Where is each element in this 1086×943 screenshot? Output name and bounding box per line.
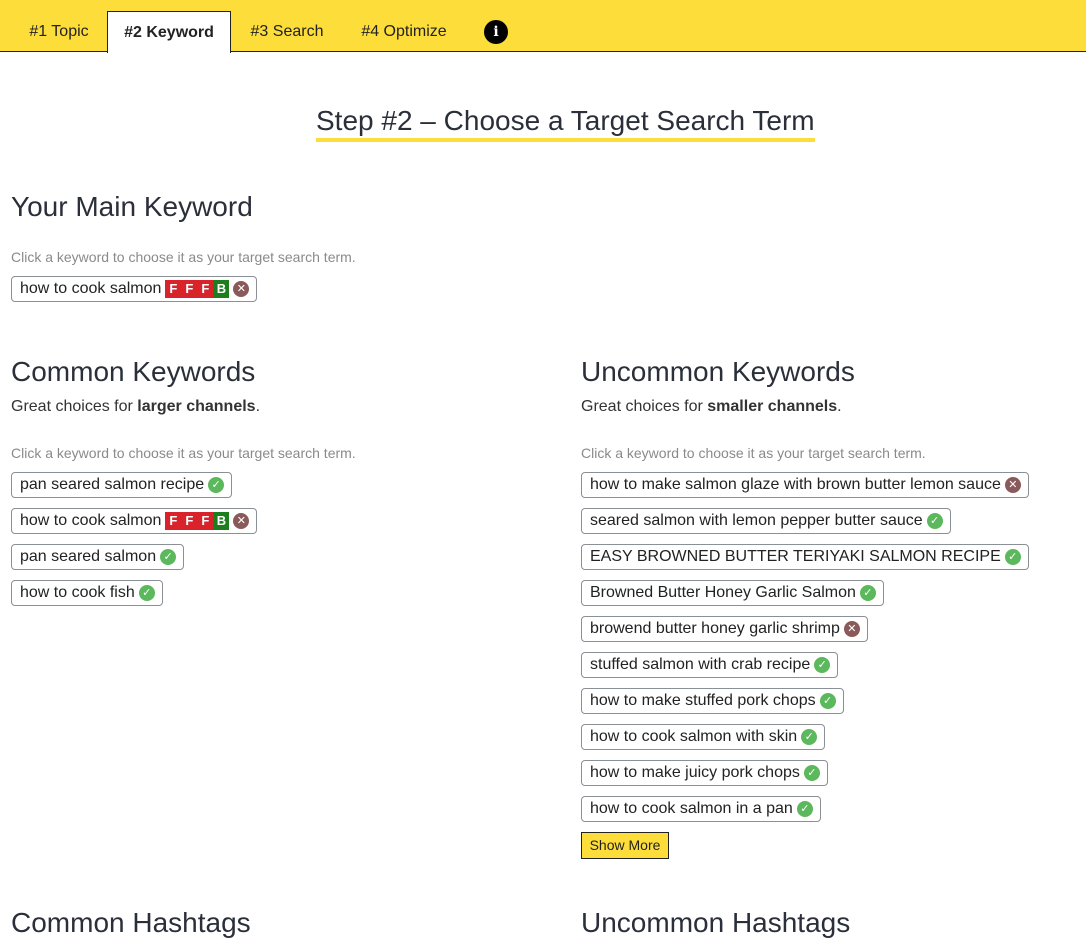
keyword-text: EASY BROWNED BUTTER TERIYAKI SALMON RECI… xyxy=(590,548,1001,565)
uncommon-hashtags-heading: Uncommon Hashtags xyxy=(581,907,851,938)
common-hashtags-heading: Common Hashtags xyxy=(11,907,251,938)
keyword-text: how to make salmon glaze with brown butt… xyxy=(590,476,1001,493)
keyword-text: seared salmon with lemon pepper butter s… xyxy=(590,512,923,529)
check-circle-icon: ✓ xyxy=(801,729,818,745)
subtitle-prefix: Great choices for xyxy=(11,398,138,415)
grade-badge: F xyxy=(181,512,198,530)
check-circle-icon: ✓ xyxy=(208,477,225,493)
uncommon-keywords-subtitle: Great choices for smaller channels. xyxy=(581,398,842,416)
keyword-chip[interactable]: how to make juicy pork chops ✓ xyxy=(581,760,828,786)
keyword-text: how to cook salmon with skin xyxy=(590,728,798,745)
keyword-chip[interactable]: how to make salmon glaze with brown butt… xyxy=(581,472,1029,498)
check-circle-icon: ✓ xyxy=(814,657,831,673)
tab-keyword[interactable]: #2 Keyword xyxy=(107,11,231,53)
keyword-text: pan seared salmon recipe xyxy=(20,476,205,493)
show-more-button[interactable]: Show More xyxy=(581,832,669,859)
keyword-chip[interactable]: stuffed salmon with crab recipe ✓ xyxy=(581,652,839,678)
grade-badges: F F F B xyxy=(165,512,230,530)
keyword-chip[interactable]: how to cook salmon F F F B ✕ xyxy=(11,508,258,534)
main-keyword-hint: Click a keyword to choose it as your tar… xyxy=(11,249,356,265)
grade-badge: B xyxy=(213,512,230,530)
subtitle-suffix: . xyxy=(837,398,842,415)
common-keywords-subtitle: Great choices for larger channels. xyxy=(11,398,260,416)
check-circle-icon: ✓ xyxy=(926,513,943,529)
keyword-chip[interactable]: how to cook fish ✓ xyxy=(11,580,163,606)
grade-badge: F xyxy=(165,512,182,530)
common-keywords-list: pan seared salmon recipe ✓ how to cook s… xyxy=(11,472,258,616)
info-icon[interactable]: i xyxy=(484,20,508,44)
keyword-chip[interactable]: how to cook salmon in a pan ✓ xyxy=(581,796,821,822)
x-circle-icon: ✕ xyxy=(233,513,250,529)
subtitle-bold: smaller channels xyxy=(707,398,838,415)
check-circle-icon: ✓ xyxy=(859,585,876,601)
keyword-text: how to cook fish xyxy=(20,584,135,601)
keyword-chip[interactable]: how to cook salmon with skin ✓ xyxy=(581,724,826,750)
keyword-text: Browned Butter Honey Garlic Salmon xyxy=(590,584,856,601)
page-title: Step #2 – Choose a Target Search Term xyxy=(316,104,815,142)
keyword-text: stuffed salmon with crab recipe xyxy=(590,656,811,673)
keyword-chip[interactable]: EASY BROWNED BUTTER TERIYAKI SALMON RECI… xyxy=(581,544,1029,570)
grade-badge: F xyxy=(197,512,214,530)
check-circle-icon: ✓ xyxy=(796,801,813,817)
uncommon-keywords-heading: Uncommon Keywords xyxy=(581,356,855,387)
uncommon-keywords-list: how to make salmon glaze with brown butt… xyxy=(581,472,1029,832)
keyword-chip[interactable]: browend butter honey garlic shrimp ✕ xyxy=(581,616,868,642)
common-keywords-heading: Common Keywords xyxy=(11,356,256,387)
common-keywords-hint: Click a keyword to choose it as your tar… xyxy=(11,445,356,461)
check-circle-icon: ✓ xyxy=(803,765,820,781)
keyword-chip[interactable]: pan seared salmon ✓ xyxy=(11,544,185,570)
keyword-chip[interactable]: how to make stuffed pork chops ✓ xyxy=(581,688,844,714)
grade-badges: F F F B xyxy=(165,280,230,298)
grade-badge: F xyxy=(197,280,214,298)
check-circle-icon: ✓ xyxy=(138,585,155,601)
keyword-text: browend butter honey garlic shrimp xyxy=(590,620,840,637)
keyword-text: how to cook salmon xyxy=(20,512,162,529)
main-keyword-heading: Your Main Keyword xyxy=(11,191,253,222)
subtitle-bold: larger channels xyxy=(137,398,256,415)
keyword-text: how to cook salmon in a pan xyxy=(590,800,793,817)
tab-search[interactable]: #3 Search xyxy=(234,11,340,52)
x-circle-icon: ✕ xyxy=(233,281,250,297)
subtitle-suffix: . xyxy=(255,398,261,415)
keyword-chip[interactable]: seared salmon with lemon pepper butter s… xyxy=(581,508,951,534)
keyword-chip[interactable]: pan seared salmon recipe ✓ xyxy=(11,472,233,498)
x-circle-icon: ✕ xyxy=(1004,477,1021,493)
keyword-chip[interactable]: Browned Butter Honey Garlic Salmon ✓ xyxy=(581,580,884,606)
keyword-text: how to cook salmon xyxy=(20,280,162,297)
check-circle-icon: ✓ xyxy=(160,549,177,565)
keyword-text: how to make stuffed pork chops xyxy=(590,692,816,709)
subtitle-prefix: Great choices for xyxy=(581,398,708,415)
grade-badge: B xyxy=(213,280,230,298)
x-circle-icon: ✕ xyxy=(843,621,860,637)
tab-topic[interactable]: #1 Topic xyxy=(11,11,107,52)
keyword-text: pan seared salmon xyxy=(20,548,157,565)
grade-badge: F xyxy=(181,280,198,298)
check-circle-icon: ✓ xyxy=(1004,549,1021,565)
top-nav-bar: #1 Topic #2 Keyword #3 Search #4 Optimiz… xyxy=(0,0,1086,53)
check-circle-icon: ✓ xyxy=(819,693,836,709)
main-keyword-chip[interactable]: how to cook salmon F F F B ✕ xyxy=(11,276,258,302)
tab-optimize[interactable]: #4 Optimize xyxy=(344,11,464,52)
main-keyword-list: how to cook salmon F F F B ✕ xyxy=(11,276,258,312)
uncommon-keywords-hint: Click a keyword to choose it as your tar… xyxy=(581,445,926,461)
grade-badge: F xyxy=(165,280,182,298)
keyword-text: how to make juicy pork chops xyxy=(590,764,800,781)
